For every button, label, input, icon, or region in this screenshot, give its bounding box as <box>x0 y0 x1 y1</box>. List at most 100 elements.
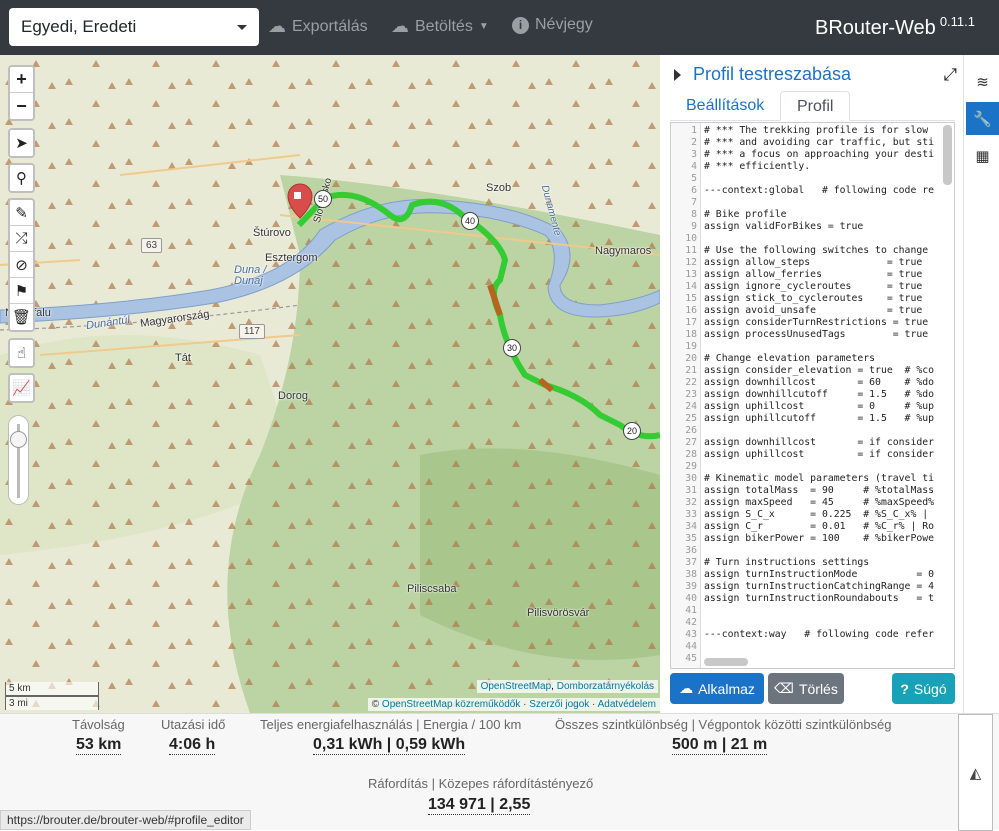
distance-label: Távolság <box>72 717 125 732</box>
line-number: 36 <box>685 545 697 556</box>
line-number: 23 <box>685 389 697 400</box>
sidebar-title: Profil testreszabása <box>693 64 852 84</box>
line-number: 44 <box>685 641 697 652</box>
line-number: 41 <box>685 605 697 616</box>
pencil-icon[interactable]: ✎ <box>10 200 33 226</box>
route-km-marker: 50 <box>314 190 332 208</box>
sidebar-header[interactable]: Profil testreszabása <box>674 64 851 85</box>
apply-label: Alkalmaz <box>698 680 755 697</box>
energy-value: 0,31 kWh | 0,59 kWh <box>313 736 466 755</box>
line-number: 9 <box>691 221 697 232</box>
line-number: 29 <box>685 461 697 472</box>
code-line: # *** and avoiding car traffic, but sti <box>704 137 935 148</box>
profile-sidebar: Profil testreszabása ⤢ Beállítások Profi… <box>660 55 963 713</box>
clear-button[interactable]: ⌫ Törlés <box>768 673 844 704</box>
trash-icon[interactable]: 🗑 <box>10 304 33 330</box>
tab-profile[interactable]: Profil <box>780 91 851 121</box>
label-piliscsaba: Piliscsaba <box>407 583 457 595</box>
code-line: # Turn instructions settings <box>704 557 870 568</box>
code-line: assign downhillcost = 60 # %do <box>704 377 935 388</box>
elevation-control: 📈 <box>8 373 35 403</box>
label-nagymaros: Nagymaros <box>595 245 652 257</box>
hillshade-layer-link[interactable]: Domborzatárnyékolás <box>557 681 654 692</box>
info-icon: i <box>512 16 529 34</box>
hand-pointer-icon[interactable]: ☝ <box>10 340 33 366</box>
ascent-label: Összes szintkülönbség | Végpontok között… <box>555 717 892 732</box>
line-number: 24 <box>685 401 697 412</box>
locate-arrow-icon[interactable]: ➤ <box>10 130 33 156</box>
map-scale: 5 km 3 mi <box>5 682 99 710</box>
collapse-arrow-icon[interactable] <box>674 68 681 81</box>
line-number: 10 <box>685 233 697 244</box>
line-number: 35 <box>685 533 697 544</box>
copyright-link[interactable]: Szerzői jogok <box>529 699 589 710</box>
expand-icon[interactable]: ⤢ <box>943 65 957 85</box>
line-number: 12 <box>685 257 697 268</box>
search-icon[interactable]: ⚲ <box>10 165 33 191</box>
code-line: assign downhillcost = if consider <box>704 437 935 448</box>
line-number: 43 <box>685 629 697 640</box>
horizontal-scrollbar[interactable] <box>704 658 748 666</box>
apply-button[interactable]: ☁ Alkalmaz <box>670 673 764 704</box>
privacy-link[interactable]: Adatvédelem <box>598 699 656 710</box>
vertical-scrollbar[interactable] <box>943 125 952 185</box>
shuffle-icon[interactable]: ⤮ <box>10 226 33 252</box>
line-number: 21 <box>685 365 697 376</box>
no-entry-icon[interactable]: ⊘ <box>10 252 33 278</box>
code-line: assign C_r = 0.01 # %C_r% | Ro <box>704 521 935 532</box>
code-line: assign uphillcost = if consider <box>704 449 935 460</box>
chart-line-icon[interactable]: 📈 <box>10 375 33 401</box>
map[interactable]: Szob Štúrovo Esztergom Nagymaros Nesújfa… <box>0 55 660 713</box>
profile-select[interactable]: Egyedi, Eredeti <box>9 8 259 46</box>
line-number: 15 <box>685 293 697 304</box>
start-marker-inner <box>294 192 301 199</box>
line-number: 5 <box>691 173 697 184</box>
osm-layer-link[interactable]: OpenStreetMap <box>481 681 552 692</box>
line-number: 4 <box>691 161 697 172</box>
map-attribution: © OpenStreetMap közreműködők · Szerzői j… <box>367 698 660 711</box>
table-icon[interactable]: ▦ <box>966 139 999 172</box>
pin-toggle-icon[interactable]: ⚑ <box>10 278 33 304</box>
layers-icon[interactable]: ≋ <box>966 65 999 98</box>
scale-mi: 3 mi <box>5 696 99 710</box>
code-line: assign S_C_x = 0.225 # %S_C_x% | <box>704 509 929 520</box>
eraser-icon: ⌫ <box>774 680 794 696</box>
line-number: 32 <box>685 497 697 508</box>
opacity-slider[interactable] <box>8 415 29 505</box>
code-content[interactable]: # *** The trekking profile is for slow # … <box>704 125 940 665</box>
zoom-out-button[interactable]: − <box>10 93 33 119</box>
right-tab-bar: ≋ 🔧 ▦ <box>963 55 999 713</box>
copyright-symbol: © <box>371 699 380 710</box>
load-button[interactable]: ☁ Betöltés ▼ <box>391 16 489 37</box>
help-button[interactable]: ? Súgó <box>892 673 955 704</box>
wrench-icon[interactable]: 🔧 <box>966 102 999 135</box>
export-button[interactable]: ☁ Exportálás <box>268 16 368 37</box>
profile-code-editor[interactable]: 1 2 3 4 5 6 7 8 9 10 11 12 13 14 15 16 17 18 19 20 21 22 23 24 2… <box>670 122 955 669</box>
code-line: assign consider_elevation = true # %co <box>704 365 935 376</box>
brand-name: BRouter-Web <box>815 17 936 39</box>
route-km-marker: 30 <box>503 339 521 357</box>
elevation-profile-button[interactable]: ◭ <box>958 714 993 831</box>
code-line: # Bike profile <box>704 209 787 220</box>
slider-handle[interactable] <box>10 431 27 448</box>
code-line: assign uphillcutoff = 1.5 # %up <box>704 413 935 424</box>
line-number: 16 <box>685 305 697 316</box>
energy-label: Teljes energiafelhasználás | Energia / 1… <box>260 717 522 732</box>
zoom-in-button[interactable]: + <box>10 67 33 93</box>
line-number: 11 <box>685 245 697 256</box>
tab-settings[interactable]: Beállítások <box>670 91 780 121</box>
code-line: # Change elevation parameters <box>704 353 876 364</box>
chevron-down-icon <box>237 25 247 30</box>
about-button[interactable]: i Névjegy <box>512 16 593 34</box>
line-number: 6 <box>691 185 697 196</box>
osm-contributors-link[interactable]: OpenStreetMap közreműködők <box>382 699 520 710</box>
label-esztergom: Esztergom <box>265 252 318 264</box>
code-line: # Use the following switches to change <box>704 245 929 256</box>
line-number: 26 <box>685 425 697 436</box>
line-number: 38 <box>685 569 697 580</box>
code-line: assign stick_to_cycleroutes = true <box>704 293 923 304</box>
